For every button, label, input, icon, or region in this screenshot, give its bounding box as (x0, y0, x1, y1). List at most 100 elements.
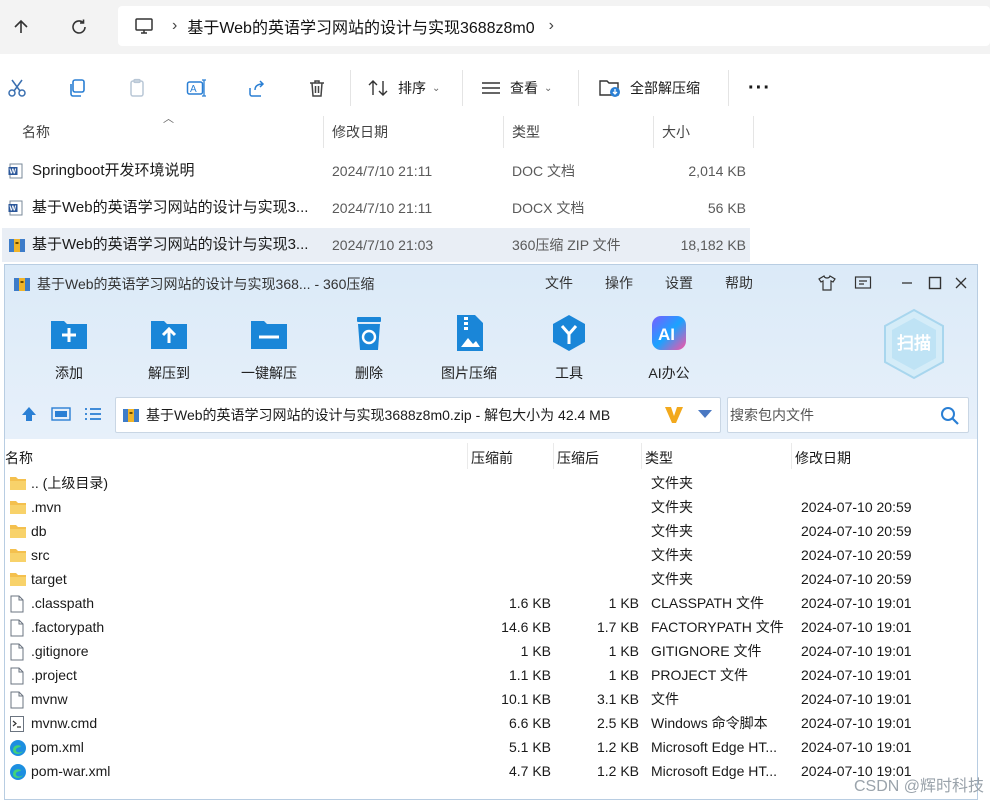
column-name[interactable]: 名称 (5, 448, 33, 468)
archive-path-text: 基于Web的英语学习网站的设计与实现3688z8m0.zip - 解包大小为 4… (146, 407, 611, 423)
archive-row[interactable]: .classpath 1.6 KB 1 KB CLASSPATH 文件 2024… (5, 591, 977, 615)
archive-row[interactable]: src 文件夹 2024-07-10 20:59 (5, 543, 977, 567)
archive-row[interactable]: .mvn 文件夹 2024-07-10 20:59 (5, 495, 977, 519)
dropdown-arrow-icon[interactable] (698, 410, 712, 419)
extract-to-button[interactable]: 解压到 (124, 313, 214, 383)
column-name[interactable]: 名称 (14, 116, 324, 148)
delete-button[interactable]: 删除 (324, 313, 414, 383)
column-modified[interactable]: 修改日期 (795, 448, 851, 468)
ai-office-icon: AI (649, 313, 689, 353)
toolbar-divider (350, 70, 351, 106)
tools-button[interactable]: 工具 (524, 313, 614, 383)
view-button[interactable]: 查看 ⌄ (480, 74, 552, 102)
skin-shirt-icon[interactable] (815, 271, 839, 295)
archive-row[interactable]: .gitignore 1 KB 1 KB GITIGNORE 文件 2024-0… (5, 639, 977, 663)
minimize-icon[interactable] (895, 271, 919, 295)
column-before[interactable]: 压缩前 (471, 448, 513, 468)
file-row[interactable]: W Springboot开发环境说明 2024/7/10 21:11 DOC 文… (2, 154, 750, 188)
sort-label: 排序 (398, 80, 426, 96)
file-type: DOC 文档 (512, 163, 575, 179)
archive-path-field[interactable]: 基于Web的英语学习网站的设计与实现3688z8m0.zip - 解包大小为 4… (115, 397, 721, 433)
folder-icon (9, 571, 27, 587)
archive-item-date: 2024-07-10 19:01 (801, 739, 912, 755)
menu-operate[interactable]: 操作 (605, 273, 633, 293)
paste-icon[interactable] (124, 75, 150, 101)
column-size[interactable]: 大小 (654, 116, 754, 148)
archive-row[interactable]: pom.xml 5.1 KB 1.2 KB Microsoft Edge HT.… (5, 735, 977, 759)
view-icon (482, 82, 500, 94)
add-button[interactable]: 添加 (24, 313, 114, 383)
maximize-icon[interactable] (923, 271, 947, 295)
menu-help[interactable]: 帮助 (725, 273, 753, 293)
archive-item-name: db (31, 523, 47, 539)
archive-search[interactable] (727, 397, 969, 433)
more-options-icon[interactable]: ··· (748, 74, 771, 102)
refresh-icon[interactable] (64, 12, 94, 42)
archive-item-size-before: 1 KB (520, 643, 551, 659)
delete-icon[interactable] (304, 75, 330, 101)
column-modified[interactable]: 修改日期 (324, 116, 504, 148)
archive-row[interactable]: mvnw.cmd 6.6 KB 2.5 KB Windows 命令脚本 2024… (5, 711, 977, 735)
image-compress-button[interactable]: 图片压缩 (424, 313, 514, 383)
file-row[interactable]: W 基于Web的英语学习网站的设计与实现3... 2024/7/10 21:11… (2, 191, 750, 225)
up-arrow-icon[interactable] (6, 12, 36, 42)
archive-row[interactable]: .. (上级目录) 文件夹 (5, 471, 977, 495)
list-view-icon[interactable] (81, 403, 105, 425)
zip-window-title-text: 基于Web的英语学习网站的设计与实现368... - 360压缩 (37, 276, 375, 292)
archive-item-size-after: 2.5 KB (596, 715, 639, 731)
toolbar-divider (728, 70, 729, 106)
chevron-right-icon[interactable]: › (549, 17, 554, 35)
search-icon[interactable] (940, 406, 960, 426)
file-icon (9, 595, 25, 613)
archive-row[interactable]: db 文件夹 2024-07-10 20:59 (5, 519, 977, 543)
archive-item-type: Microsoft Edge HT... (651, 739, 778, 755)
rename-icon[interactable]: A (184, 75, 210, 101)
address-bar[interactable]: › 基于Web的英语学习网站的设计与实现3688z8m0 › (118, 6, 990, 46)
thumbnail-view-icon[interactable] (49, 403, 73, 425)
zip-window: 基于Web的英语学习网站的设计与实现368... - 360压缩 文件 操作 设… (4, 264, 978, 800)
address-path: 基于Web的英语学习网站的设计与实现3688z8m0 (187, 20, 535, 37)
toolbar-divider (578, 70, 579, 106)
archive-row[interactable]: mvnw 10.1 KB 3.1 KB 文件 2024-07-10 19:01 (5, 687, 977, 711)
column-type[interactable]: 类型 (504, 116, 654, 148)
archive-row[interactable]: .factorypath 14.6 KB 1.7 KB FACTORYPATH … (5, 615, 977, 639)
extract-all-button[interactable]: 全部解压缩 (598, 74, 700, 102)
archive-item-date: 2024-07-10 20:59 (801, 547, 912, 563)
archive-item-date: 2024-07-10 20:59 (801, 499, 912, 515)
archive-item-type: 文件夹 (651, 547, 693, 563)
chevron-down-icon: ⌄ (432, 82, 441, 94)
archive-row[interactable]: pom-war.xml 4.7 KB 1.2 KB Microsoft Edge… (5, 759, 977, 783)
archive-row[interactable]: .project 1.1 KB 1 KB PROJECT 文件 2024-07-… (5, 663, 977, 687)
ai-office-button[interactable]: AI AI办公 (624, 313, 714, 383)
copy-icon[interactable] (64, 75, 90, 101)
file-size: 56 KB (707, 200, 746, 216)
close-icon[interactable] (949, 271, 973, 295)
one-click-extract-button[interactable]: 一键解压 (224, 313, 314, 383)
up-level-icon[interactable] (17, 403, 41, 425)
archive-item-name: pom.xml (31, 739, 84, 755)
file-name: 基于Web的英语学习网站的设计与实现3... (32, 199, 309, 216)
menu-file[interactable]: 文件 (545, 273, 573, 293)
archive-item-type: 文件 (651, 691, 679, 707)
share-icon[interactable] (244, 75, 270, 101)
archive-item-name: .factorypath (31, 619, 105, 635)
column-type[interactable]: 类型 (645, 448, 673, 468)
svg-text:A: A (190, 84, 197, 95)
feedback-icon[interactable] (851, 271, 875, 295)
file-date: 2024/7/10 21:11 (332, 163, 433, 179)
file-row-selected[interactable]: 基于Web的英语学习网站的设计与实现3... 2024/7/10 21:03 3… (2, 228, 750, 262)
edge-icon (9, 763, 27, 781)
archive-item-name: .mvn (31, 499, 62, 515)
archive-search-input[interactable] (728, 398, 928, 432)
archive-row[interactable]: target 文件夹 2024-07-10 20:59 (5, 567, 977, 591)
one-click-extract-icon (249, 313, 289, 353)
vip-v-icon[interactable] (664, 406, 684, 424)
column-after[interactable]: 压缩后 (557, 448, 599, 468)
chevron-right-icon: › (172, 17, 178, 34)
menu-settings[interactable]: 设置 (665, 273, 693, 293)
scan-button[interactable]: 扫描 (881, 307, 947, 381)
cut-icon[interactable] (4, 75, 30, 101)
archive-item-type: Windows 命令脚本 (651, 715, 768, 731)
sort-button[interactable]: 排序 ⌄ (368, 74, 440, 102)
archive-item-type: CLASSPATH 文件 (651, 595, 765, 611)
